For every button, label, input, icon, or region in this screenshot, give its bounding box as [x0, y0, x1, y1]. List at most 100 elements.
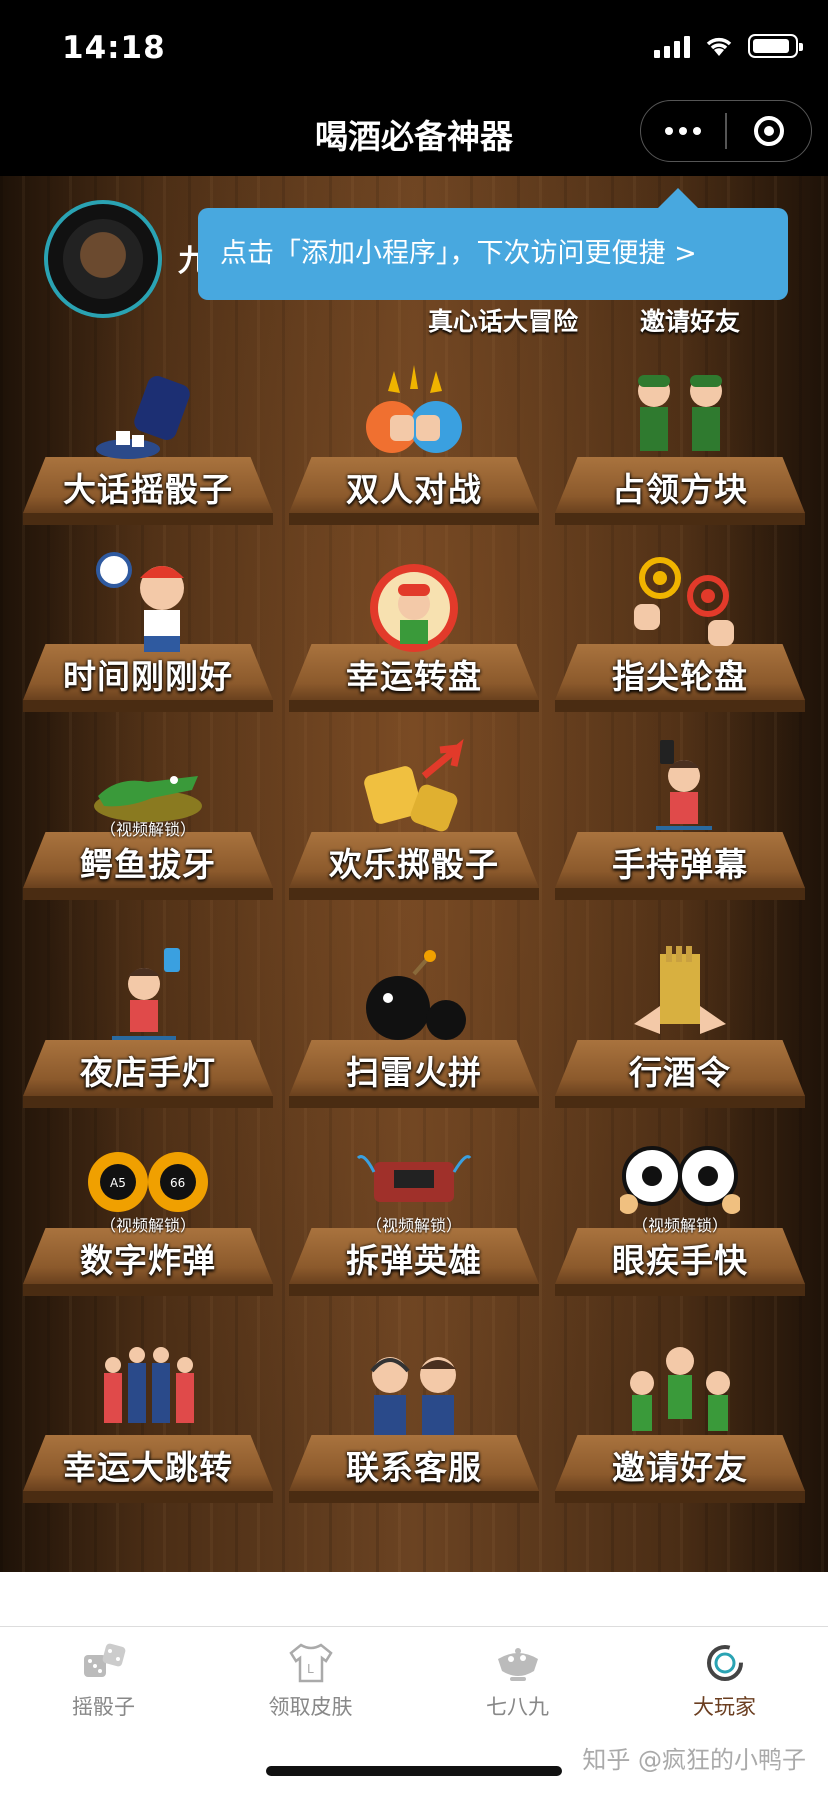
mini-program-capsule — [640, 100, 812, 162]
table-edge — [555, 888, 805, 900]
video-unlock-tag: （视频解锁） — [631, 1216, 728, 1235]
game-tile[interactable]: 扫雷火拼 — [281, 944, 547, 1114]
status-icons — [654, 34, 803, 58]
game-label: 联系客服 — [346, 1448, 482, 1487]
table-edge — [289, 700, 539, 712]
table-edge — [23, 513, 273, 525]
table-edge — [555, 700, 805, 712]
tab-big-player[interactable]: 大玩家 — [621, 1641, 828, 1721]
video-unlock-tag: （视频解锁） — [365, 1216, 462, 1235]
target-icon — [753, 116, 784, 146]
svg-text:L: L — [307, 1662, 314, 1676]
golden-dice-icon — [354, 736, 474, 846]
table-edge — [289, 513, 539, 525]
tab-label: 摇骰子 — [72, 1695, 135, 1719]
game-label: 鳄鱼拔牙 — [80, 845, 216, 884]
game-label: 占领方块 — [612, 470, 748, 509]
customer-service-icon — [354, 1339, 474, 1449]
game-tile[interactable]: （视频解锁） 拆弹英雄 — [281, 1132, 547, 1302]
big-player-icon — [701, 1641, 749, 1685]
table-edge — [289, 1096, 539, 1108]
soldiers-icon — [620, 361, 740, 471]
game-tile[interactable]: （视频解锁） 鳄鱼拔牙 — [15, 736, 281, 906]
spacer — [0, 1572, 828, 1626]
table-edge — [23, 700, 273, 712]
game-tile[interactable]: 邀请好友 — [547, 1339, 813, 1509]
game-grid: 大话摇骰子 双人对战 占领方块 时间刚刚好 幸运转盘 指尖轮盘 （视频解锁） 鳄鱼拔牙 欢乐掷骰… — [0, 176, 828, 1572]
table-edge — [23, 1491, 273, 1503]
game-tile[interactable]: 手持弹幕 — [547, 736, 813, 906]
game-tile[interactable]: 占领方块 — [547, 361, 813, 531]
alarm-clock-icon — [88, 548, 208, 658]
game-label: 欢乐掷骰子 — [329, 845, 499, 884]
fist-bump-icon — [354, 361, 474, 471]
game-label: 拆弹英雄 — [346, 1241, 482, 1280]
status-time: 14:18 — [62, 30, 166, 66]
game-tile[interactable]: 指尖轮盘 — [547, 548, 813, 718]
tab-dice[interactable]: 摇骰子 — [0, 1641, 207, 1721]
home-indicator — [266, 1766, 562, 1776]
table-edge — [289, 1491, 539, 1503]
table-edge — [289, 1284, 539, 1296]
game-tile[interactable]: 时间刚刚好 — [15, 548, 281, 718]
dice-icon — [80, 1641, 128, 1685]
phone-light-icon — [88, 944, 208, 1054]
game-label: 夜店手灯 — [80, 1053, 216, 1092]
game-tile[interactable]: 欢乐掷骰子 — [281, 736, 547, 906]
tab-label: 领取皮肤 — [268, 1695, 353, 1719]
table-edge — [23, 888, 273, 900]
game-label: 幸运大跳转 — [63, 1448, 233, 1487]
table-edge — [555, 1096, 805, 1108]
svg-text:A5: A5 — [110, 1176, 126, 1190]
table-edge — [555, 513, 805, 525]
battery-icon — [748, 34, 803, 58]
lucky-wheel-icon — [354, 548, 474, 658]
tab-label: 大玩家 — [693, 1695, 756, 1719]
table-edge — [555, 1284, 805, 1296]
nav-bar: 喝酒必备神器 — [0, 100, 828, 176]
game-label: 手持弹幕 — [612, 845, 748, 884]
game-label: 双人对战 — [346, 470, 482, 509]
game-label: 时间刚刚好 — [63, 657, 233, 696]
video-unlock-tag: （视频解锁） — [99, 1216, 196, 1235]
signal-icon — [654, 34, 690, 58]
more-menu-button[interactable] — [641, 101, 725, 161]
game-label: 大话摇骰子 — [63, 470, 233, 509]
game-tile[interactable]: 幸运转盘 — [281, 548, 547, 718]
game-tile[interactable]: 夜店手灯 — [15, 944, 281, 1114]
invite-friends-icon — [620, 1339, 740, 1449]
table-edge — [23, 1096, 273, 1108]
fingertip-icon — [620, 548, 740, 658]
dice-cup-icon — [88, 361, 208, 471]
status-bar: 14:18 — [0, 0, 828, 100]
game-label: 指尖轮盘 — [612, 657, 748, 696]
handheld-danmaku-icon — [620, 736, 740, 846]
tab-789[interactable]: 七八九 — [414, 1641, 621, 1721]
game-label: 行酒令 — [629, 1053, 731, 1092]
game-tile[interactable]: 双人对战 — [281, 361, 547, 531]
game-tile[interactable]: A5 66 （视频解锁） 数字炸弹 — [15, 1132, 281, 1302]
shirt-icon: L — [287, 1641, 335, 1685]
svg-text:66: 66 — [170, 1176, 185, 1190]
table-edge — [555, 1491, 805, 1503]
tab-skins[interactable]: L 领取皮肤 — [207, 1641, 414, 1721]
close-mini-program-button[interactable] — [727, 101, 811, 161]
game-label: 眼疾手快 — [612, 1241, 748, 1280]
scroll-icon — [620, 944, 740, 1054]
bomb-icon — [354, 944, 474, 1054]
table-edge — [289, 888, 539, 900]
game-board: 九 真心话大冒险 邀请好友 点击「添加小程序」，下次访问更便捷 > 大话摇骰子双… — [0, 176, 828, 1572]
bowl-icon — [494, 1641, 542, 1685]
game-tile[interactable]: 行酒令 — [547, 944, 813, 1114]
game-tile[interactable]: 幸运大跳转 — [15, 1339, 281, 1509]
game-label: 数字炸弹 — [80, 1241, 216, 1280]
game-tile[interactable]: （视频解锁） 眼疾手快 — [547, 1132, 813, 1302]
dancers-icon — [88, 1339, 208, 1449]
game-label: 幸运转盘 — [346, 657, 482, 696]
game-label: 扫雷火拼 — [346, 1053, 482, 1092]
game-tile[interactable]: 大话摇骰子 — [15, 361, 281, 531]
table-edge — [23, 1284, 273, 1296]
watermark: 知乎 @疯狂的小鸭子 — [582, 1746, 806, 1774]
game-label: 邀请好友 — [612, 1448, 748, 1487]
game-tile[interactable]: 联系客服 — [281, 1339, 547, 1509]
